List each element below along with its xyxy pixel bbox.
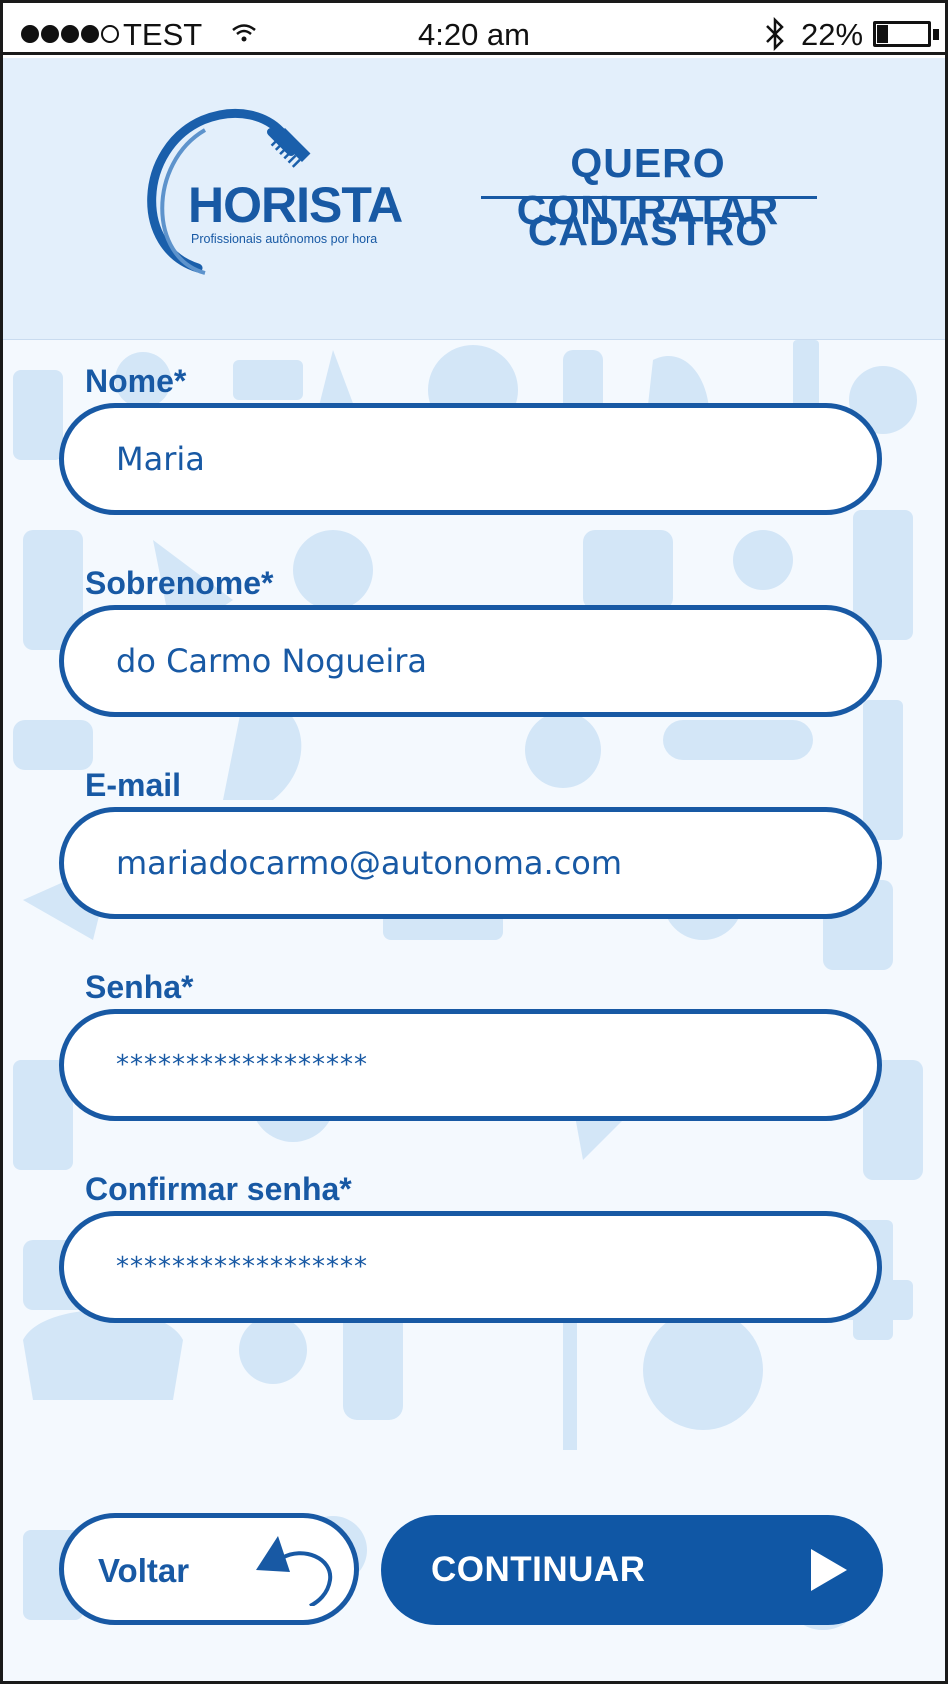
play-arrow-icon (811, 1549, 847, 1591)
first-name-label: Nome* (85, 363, 187, 399)
horista-logo: HORISTA Profissionais autônomos por hora (143, 108, 403, 288)
password-field[interactable]: ****************** (59, 1009, 882, 1121)
back-arrow-icon (256, 1536, 333, 1606)
email-label: E-mail (85, 767, 182, 803)
email-field[interactable]: mariadocarmo@autonoma.com (59, 807, 882, 919)
confirm-password-field[interactable]: ****************** (59, 1211, 882, 1323)
continue-button-label: CONTINUAR (431, 1550, 646, 1589)
app-screen: TEST 4:20 am 22% HORISTA Profissionais a… (0, 0, 948, 1684)
confirm-password-label: Confirmar senha* (85, 1171, 352, 1207)
back-button-label: Voltar (98, 1552, 190, 1589)
last-name-label: Sobrenome* (85, 565, 274, 601)
bluetooth-icon (766, 17, 784, 51)
continue-button[interactable]: CONTINUAR (381, 1515, 883, 1625)
last-name-field[interactable]: do Carmo Nogueira (59, 605, 882, 717)
title-divider (481, 196, 817, 199)
page-subtitle: CADASTRO (527, 208, 769, 254)
password-label: Senha* (85, 969, 194, 1005)
battery-percent: 22% (801, 17, 864, 52)
logo-tagline: Profissionais autônomos por hora (191, 232, 378, 246)
logo-wordmark: HORISTA (188, 177, 403, 233)
back-button[interactable]: Voltar (59, 1513, 359, 1625)
first-name-field[interactable]: Maria (59, 403, 882, 515)
battery-level (877, 25, 889, 43)
battery-icon (873, 21, 931, 47)
battery-tip (933, 29, 939, 40)
status-bar: TEST 4:20 am 22% (3, 3, 945, 55)
header: HORISTA Profissionais autônomos por hora… (3, 58, 945, 340)
